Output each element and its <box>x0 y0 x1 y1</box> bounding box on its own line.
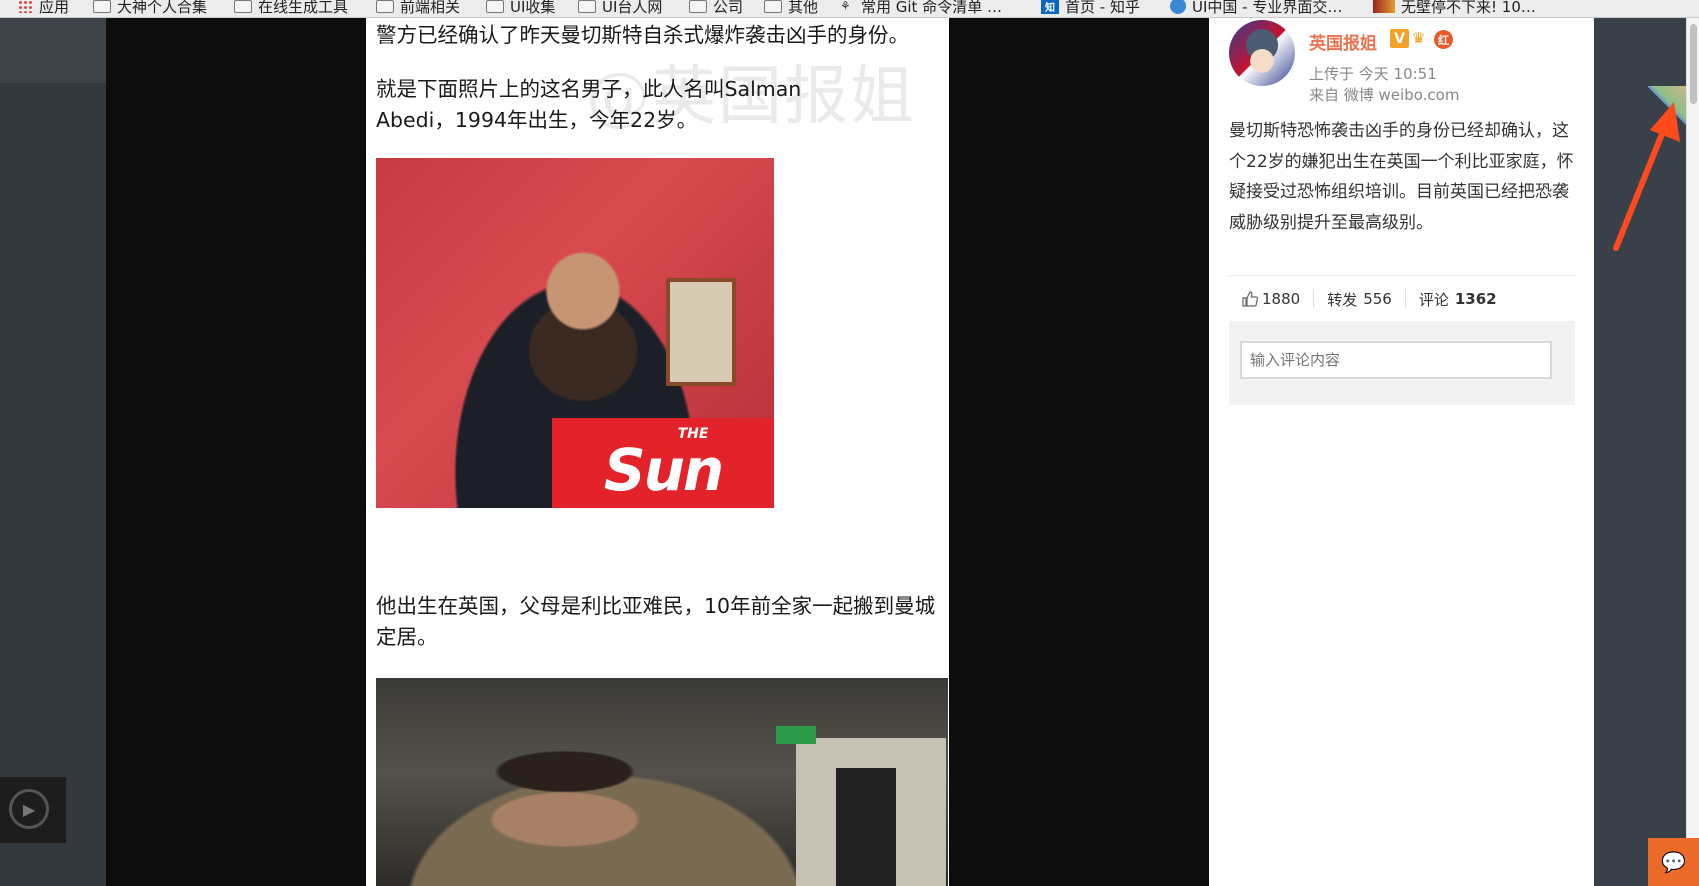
bookmark-folder[interactable]: 前端相关 <box>376 0 460 17</box>
bookmark-folder[interactable]: 在线生成工具 <box>234 0 348 17</box>
github-icon: ⚘ <box>840 0 851 13</box>
red-badge[interactable]: 红 <box>1434 30 1453 49</box>
chat-button[interactable]: 💬 <box>1648 838 1699 886</box>
uichina-icon <box>1170 0 1186 14</box>
bookmark-uichina[interactable]: UI中国 - 专业界面交… <box>1170 0 1342 17</box>
post-sidebar: 英国报姐 V ♛ 红 上传于 今天 10:51 来自 微博 weibo.com … <box>1209 18 1594 886</box>
article-paragraph: 就是下面照片上的这名男子，此人名叫Salman Abedi，1994年出生，今年… <box>376 77 802 132</box>
comment-button[interactable]: 评论 1362 <box>1406 290 1510 309</box>
comment-box <box>1229 321 1575 405</box>
exit-sign <box>776 726 816 744</box>
folder-icon <box>486 0 504 13</box>
folder-icon <box>764 0 782 13</box>
scrollbar-thumb[interactable] <box>1690 24 1697 104</box>
repost-count: 556 <box>1363 290 1392 308</box>
post-text: 曼切斯特恐怖袭击凶手的身份已经却确认，这个22岁的嫌犯出生在英国一个利比亚家庭，… <box>1229 121 1574 233</box>
wall-frame <box>666 278 736 386</box>
apps-icon <box>18 0 33 13</box>
page-overlay <box>0 18 106 886</box>
folder-icon <box>234 0 252 13</box>
bookmark-folder[interactable]: 公司 <box>689 0 743 17</box>
comment-count: 1362 <box>1454 290 1497 308</box>
verified-badge[interactable]: V <box>1390 29 1409 48</box>
zhihu-icon: 知 <box>1041 0 1059 14</box>
like-count: 1880 <box>1262 290 1301 308</box>
comment-label: 评论 <box>1418 290 1449 309</box>
long-image-article: @英国报姐 警方已经确认了昨天曼切斯特自杀式爆炸袭击凶手的身份。 就是下面照片上… <box>366 18 949 886</box>
repost-button[interactable]: 转发 556 <box>1314 290 1406 309</box>
upload-time: 上传于 今天 10:51 <box>1309 65 1437 83</box>
chat-icon: 💬 <box>1661 850 1686 874</box>
annotation-arrow <box>1613 102 1680 251</box>
article-paragraph: 他出生在英国，父母是利比亚难民，10年前全家一起搬到曼城定居。 <box>376 594 936 649</box>
bookmark-folder[interactable]: 其他 <box>764 0 818 17</box>
bookmark-zhihu[interactable]: 知首页 - 知乎 <box>1041 0 1140 17</box>
divider <box>1229 275 1575 276</box>
post-source: 来自 微博 weibo.com <box>1309 86 1460 104</box>
bookmark-folder[interactable]: UI台人网 <box>578 0 662 17</box>
folder-icon <box>93 0 111 13</box>
folder-icon <box>376 0 394 13</box>
play-icon: ▶ <box>9 789 49 829</box>
thumbnail-icon <box>1373 0 1395 13</box>
the-sun-logo: THE Sun <box>552 418 774 508</box>
author-name[interactable]: 英国报姐 <box>1309 29 1377 54</box>
folder-icon <box>689 0 707 13</box>
suspect-photo: THE Sun <box>376 158 774 508</box>
like-button[interactable]: 1880 <box>1229 290 1315 308</box>
video-play-button[interactable]: ▶ <box>0 777 66 843</box>
suspect-photo-2 <box>376 678 948 886</box>
bookmarks-bar: 应用 大神个人合集 在线生成工具 前端相关 UI收集 UI台人网 公司 其他 ⚘… <box>0 0 1699 18</box>
background-doorway <box>836 768 896 886</box>
bookmark-git[interactable]: ⚘ 常用 Git 命令清单 … <box>840 0 1002 17</box>
folder-icon <box>578 0 596 13</box>
repost-label: 转发 <box>1327 290 1358 309</box>
avatar[interactable] <box>1229 20 1295 86</box>
bookmark-folder[interactable]: UI收集 <box>486 0 555 17</box>
post-actions: 1880 转发 556 评论 1362 <box>1229 286 1575 312</box>
bookmark-apps[interactable]: 应用 <box>18 0 69 17</box>
crown-icon[interactable]: ♛ <box>1412 30 1432 47</box>
bookmark-folder[interactable]: 大神个人合集 <box>93 0 207 17</box>
comment-input[interactable] <box>1240 341 1552 379</box>
article-paragraph: 警方已经确认了昨天曼切斯特自杀式爆炸袭击凶手的身份。 <box>376 23 909 47</box>
bookmark-article[interactable]: 无壁停不下来! 10… <box>1373 0 1536 17</box>
thumbs-up-icon <box>1242 291 1258 307</box>
